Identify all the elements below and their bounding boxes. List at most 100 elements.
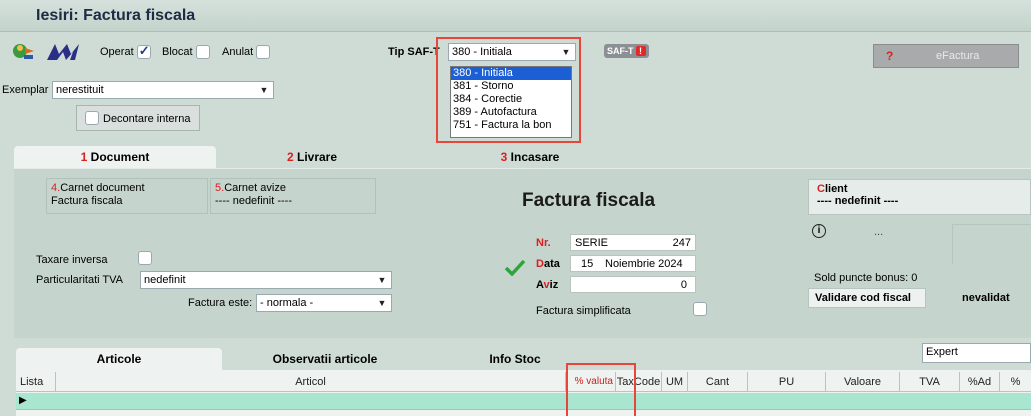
operat-toggle[interactable]: Operat	[100, 43, 151, 59]
carnet-document-value: Factura fiscala	[51, 195, 123, 207]
aviz-label: Aviz	[536, 279, 558, 291]
aviz-label-rest: iz	[549, 279, 559, 291]
carnet-avize-value: ---- nedefinit ----	[215, 195, 293, 207]
taxcode-highlight-box	[566, 363, 636, 416]
factura-este-select[interactable]: - normala - ▼	[256, 294, 392, 312]
col-articol[interactable]: Articol	[56, 372, 566, 392]
exit-run-icon[interactable]	[12, 40, 38, 62]
articles-grid: Lista Articol % valuta TaxCode UM Cant P…	[16, 370, 1031, 416]
anulat-checkbox[interactable]	[256, 45, 271, 59]
factura-este-label: Factura este:	[188, 297, 253, 309]
grid-header: Lista Articol % valuta TaxCode UM Cant P…	[16, 372, 1031, 392]
saft-alert-icon: !	[635, 46, 646, 56]
tab-articole-label: Articole	[96, 352, 142, 366]
data-day: 15	[581, 258, 594, 270]
tab-livrare-number: 2	[286, 150, 294, 164]
taxare-inversa-checkbox[interactable]	[138, 251, 152, 265]
data-field[interactable]: 15 Noiembrie 2024	[570, 255, 696, 272]
nr-serie: SERIE	[575, 237, 609, 249]
tab-info-stoc-label: Info Stoc	[489, 352, 541, 366]
tab-document[interactable]: 1 Document	[14, 146, 216, 168]
factura-simplificata-label: Factura simplificata	[536, 305, 631, 317]
aviz-field[interactable]: 0	[570, 276, 696, 293]
chevron-down-icon: ▼	[377, 275, 387, 285]
saft-badge-text: SAF-T	[607, 46, 634, 56]
col-pct-extra[interactable]: %	[1000, 372, 1031, 392]
tab-incasare-number: 3	[500, 150, 508, 164]
blocat-checkbox[interactable]	[195, 45, 210, 59]
decontare-interna-button[interactable]: Decontare interna	[76, 105, 200, 131]
exemplar-value: nerestituit	[56, 84, 104, 96]
tab-document-number: 1	[80, 150, 88, 164]
factura-simplificata-checkbox[interactable]	[693, 302, 708, 316]
validare-label: Validare cod fiscal	[815, 292, 911, 304]
tip-saft-label: Tip SAF-T	[388, 46, 440, 58]
efactura-label: eFactura	[936, 50, 980, 62]
operat-label: Operat	[100, 45, 134, 58]
client-label-rest: lient	[824, 183, 848, 195]
carnet-document-box[interactable]: 4.Carnet document Factura fiscala	[46, 178, 208, 214]
nr-number: 247	[672, 237, 691, 249]
saft-badge[interactable]: SAF-T!	[604, 44, 649, 58]
carnet-avize-number: 5.	[215, 182, 225, 194]
client-value: ---- nedefinit ----	[817, 195, 899, 207]
nr-label: Nr.	[536, 237, 551, 249]
decontare-checkbox[interactable]	[85, 111, 99, 125]
tab-incasare[interactable]: 3 Incasare	[450, 146, 610, 168]
table-row[interactable]: ▶	[16, 393, 1031, 410]
anulat-toggle[interactable]: Anulat	[222, 45, 271, 59]
tab-articole[interactable]: Articole	[16, 348, 222, 370]
tab-livrare-label: Livrare	[297, 150, 338, 164]
validare-cod-fiscal-button[interactable]: Validare cod fiscal	[808, 288, 926, 308]
window-title: Iesiri: Factura fiscala	[36, 7, 196, 24]
tab-info-stoc[interactable]: Info Stoc	[460, 348, 570, 370]
aviz-value: 0	[680, 279, 687, 291]
anulat-label: Anulat	[222, 45, 254, 58]
row-pointer-icon: ▶	[19, 395, 27, 406]
particularitati-label: Particularitati TVA	[36, 274, 124, 286]
carnet-avize-title: Carnet avize	[224, 182, 286, 194]
expert-select[interactable]: Expert	[922, 343, 1031, 363]
exemplar-select[interactable]: nerestituit ▼	[52, 81, 274, 99]
aviz-label-a: A	[536, 279, 544, 291]
operat-checkbox[interactable]	[136, 43, 151, 59]
tab-incasare-label: Incasare	[510, 150, 560, 164]
blocat-toggle[interactable]: Blocat	[162, 45, 210, 59]
validare-status: nevalidat	[962, 292, 1010, 304]
tab-observatii-articole[interactable]: Observatii articole	[240, 348, 410, 370]
info-icon[interactable]: i	[812, 224, 826, 238]
factura-este-value: - normala -	[260, 297, 314, 309]
col-lista[interactable]: Lista	[16, 372, 56, 392]
carnet-document-title: Carnet document	[60, 182, 145, 194]
efactura-button[interactable]: ? eFactura	[873, 44, 1019, 68]
client-info-dots: ...	[874, 226, 884, 238]
data-label-red: D	[536, 258, 544, 270]
carnet-avize-box[interactable]: 5.Carnet avize ---- nedefinit ----	[210, 178, 376, 214]
client-label-red: C	[817, 183, 825, 195]
tab-document-label: Document	[90, 150, 150, 164]
data-label: Data	[536, 258, 560, 270]
chevron-down-icon: ▼	[259, 85, 269, 95]
tab-observatii-label: Observatii articole	[272, 352, 378, 366]
help-mark: ?	[886, 49, 894, 63]
page-heading: Factura fiscala	[522, 190, 656, 211]
nr-field[interactable]: SERIE 247	[570, 234, 696, 251]
chevron-down-icon: ▼	[377, 298, 387, 308]
col-tva[interactable]: TVA	[900, 372, 960, 392]
carnet-document-number: 4.	[51, 182, 61, 194]
col-pct-ad[interactable]: %Ad	[960, 372, 1000, 392]
taxare-inversa-label: Taxare inversa	[36, 254, 108, 266]
col-um[interactable]: UM	[662, 372, 688, 392]
particularitati-value: nedefinit	[144, 274, 186, 286]
client-info-field	[952, 224, 1031, 264]
nr-label-text: Nr.	[536, 237, 551, 249]
data-month-year: Noiembrie 2024	[605, 258, 683, 270]
tab-livrare[interactable]: 2 Livrare	[232, 146, 392, 168]
col-pu[interactable]: PU	[748, 372, 826, 392]
col-cant[interactable]: Cant	[688, 372, 748, 392]
particularitati-select[interactable]: nedefinit ▼	[140, 271, 392, 289]
m-logo-icon[interactable]	[44, 40, 90, 64]
checkmark-icon	[504, 258, 526, 277]
col-valoare[interactable]: Valoare	[826, 372, 900, 392]
client-panel[interactable]: Client ---- nedefinit ----	[808, 179, 1031, 215]
